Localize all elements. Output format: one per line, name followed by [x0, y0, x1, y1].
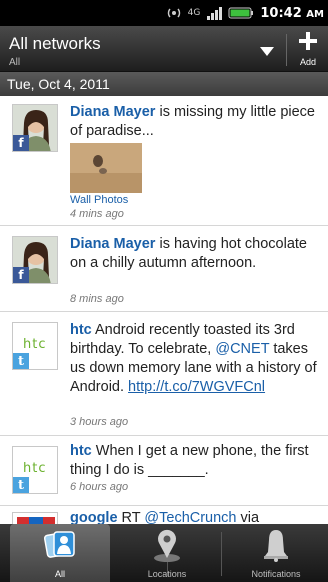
- htc-logo: htc: [23, 337, 47, 352]
- post-text: htc When I get a new phone, the first th…: [70, 443, 309, 478]
- avatar[interactable]: htc t: [12, 446, 58, 494]
- photo-album-link[interactable]: Wall Photos: [70, 194, 128, 206]
- author-name[interactable]: htc: [70, 443, 92, 459]
- post-text: google RT @TechCrunch via: [70, 510, 260, 524]
- tab-label: Locations: [147, 569, 187, 579]
- clock: 10:42 AM: [260, 5, 324, 21]
- feed-list[interactable]: f Diana Mayer is missing my little piece…: [0, 96, 328, 524]
- author-name[interactable]: Diana Mayer: [70, 236, 155, 252]
- tab-locations[interactable]: Locations: [115, 524, 219, 582]
- twitter-icon: t: [13, 353, 29, 369]
- author-name[interactable]: google: [70, 510, 118, 524]
- tab-all[interactable]: All: [10, 524, 110, 582]
- tab-divider: [221, 532, 222, 576]
- tab-label: All: [54, 569, 65, 579]
- signal-icon: [206, 4, 223, 22]
- post-text: htc Android recently toasted its 3rd bir…: [70, 322, 317, 395]
- post-text: Diana Mayer is missing my little piece o…: [70, 104, 315, 139]
- feed-item[interactable]: f Diana Mayer is having hot chocolate on…: [0, 226, 328, 312]
- header-divider: [286, 34, 287, 66]
- feed-item[interactable]: htc t htc When I get a new phone, the fi…: [0, 436, 328, 506]
- add-button[interactable]: Add: [288, 26, 328, 72]
- post-text: Diana Mayer is having hot chocolate on a…: [70, 236, 307, 271]
- app-header: All networks All Add: [0, 26, 328, 72]
- battery-icon: [228, 4, 254, 22]
- plus-icon: [299, 32, 317, 50]
- friends-stream-icon: [43, 531, 75, 558]
- 4g-icon: 4G: [187, 8, 201, 18]
- add-label: Add: [299, 57, 316, 67]
- bottom-tab-bar: All Locations Notifications: [0, 524, 328, 582]
- chevron-down-icon: [260, 46, 274, 56]
- feed-item[interactable]: f Diana Mayer is missing my little piece…: [0, 96, 328, 226]
- feed-item[interactable]: google RT @TechCrunch via: [0, 506, 328, 524]
- network-filter-title[interactable]: All networks: [9, 34, 101, 54]
- facebook-icon: f: [13, 135, 29, 151]
- avatar[interactable]: f: [12, 104, 58, 152]
- post-timestamp: 6 hours ago: [70, 481, 129, 493]
- hotspot-icon: [166, 4, 182, 22]
- mention-link[interactable]: @CNET: [215, 341, 269, 357]
- twitter-icon: t: [13, 477, 29, 493]
- tab-notifications[interactable]: Notifications: [224, 524, 328, 582]
- status-bar: 4G 10:42 AM: [0, 0, 328, 26]
- post-photo-thumbnail[interactable]: [70, 143, 142, 193]
- htc-logo: htc: [23, 461, 47, 476]
- map-pin-icon: [154, 529, 180, 562]
- author-name[interactable]: htc: [70, 322, 92, 338]
- date-header: Tue, Oct 4, 2011: [0, 72, 328, 96]
- tab-label: Notifications: [251, 569, 301, 579]
- author-name[interactable]: Diana Mayer: [70, 104, 155, 120]
- network-filter-subtitle: All: [9, 57, 21, 68]
- avatar[interactable]: htc t: [12, 322, 58, 370]
- feed-item[interactable]: htc t htc Android recently toasted its 3…: [0, 312, 328, 436]
- dropdown-button[interactable]: [252, 36, 282, 66]
- bell-icon: [264, 530, 288, 562]
- mention-link[interactable]: @TechCrunch: [144, 510, 236, 524]
- post-timestamp: 3 hours ago: [70, 416, 129, 428]
- post-timestamp: 4 mins ago: [70, 208, 124, 220]
- url-link[interactable]: http://t.co/7WGVFCnl: [128, 379, 265, 395]
- avatar[interactable]: [12, 512, 58, 524]
- facebook-icon: f: [13, 267, 29, 283]
- post-timestamp: 8 mins ago: [70, 293, 124, 305]
- avatar[interactable]: f: [12, 236, 58, 284]
